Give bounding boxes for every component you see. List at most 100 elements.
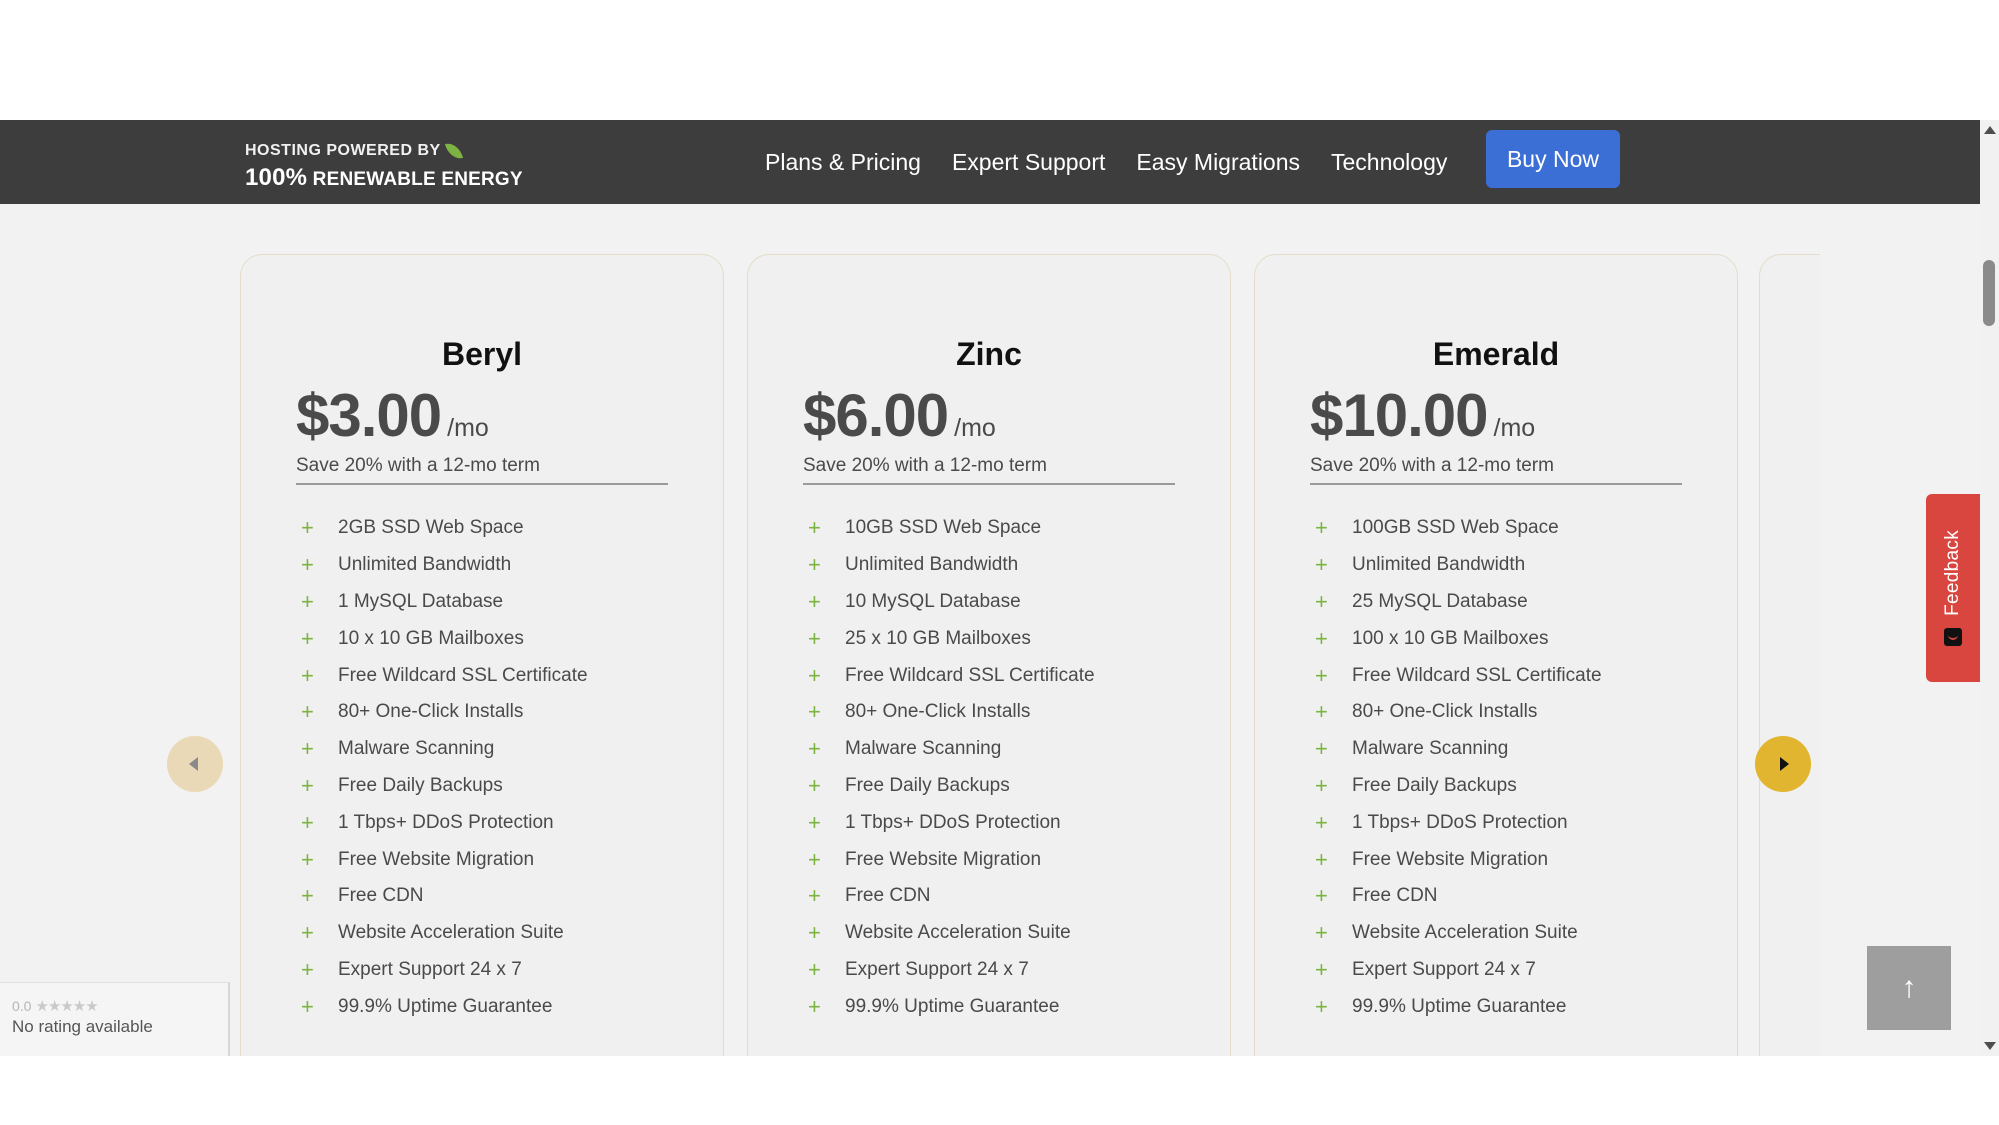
feature-item: +10 x 10 GB Mailboxes [301, 620, 588, 657]
star-rating-icon: ★★★★★ [35, 998, 98, 1015]
logo-line-1: HOSTING POWERED BY [245, 140, 523, 162]
plus-icon: + [1315, 736, 1328, 762]
feature-text: 100 x 10 GB Mailboxes [1352, 627, 1549, 649]
plus-icon: + [301, 809, 314, 835]
scroll-down-icon[interactable] [1984, 1042, 1996, 1050]
feature-item: +100GB SSD Web Space [1315, 510, 1602, 547]
feature-text: 25 MySQL Database [1352, 590, 1528, 612]
feature-item: +80+ One-Click Installs [1315, 694, 1602, 731]
plus-icon: + [808, 588, 821, 614]
feature-item: +1 MySQL Database [301, 584, 588, 621]
plan-period: /mo [1493, 414, 1536, 442]
plan-price: $6.00 [803, 382, 949, 449]
plus-icon: + [301, 993, 314, 1019]
feature-text: Malware Scanning [845, 738, 1002, 760]
smile-icon [1944, 627, 1962, 646]
feature-list: +2GB SSD Web Space + Unlimited Bandwidth +1… [301, 510, 588, 1025]
plus-icon: + [808, 552, 821, 578]
feature-text: Expert Support 24 x 7 [1352, 958, 1536, 980]
feedback-tab[interactable]: Feedback [1926, 494, 1980, 682]
feature-text: Free CDN [845, 885, 931, 907]
plus-icon: + [1315, 772, 1328, 798]
feature-item: + Expert Support 24 x 7 [1315, 952, 1602, 989]
feature-text: 10GB SSD Web Space [845, 517, 1042, 539]
plus-icon: + [301, 699, 314, 725]
plan-name: Beryl [441, 336, 523, 372]
chevron-left-icon [189, 757, 198, 771]
feature-item: + Malware Scanning [301, 731, 588, 768]
feature-item: + Free Daily Backups [808, 768, 1095, 805]
plus-icon: + [808, 993, 821, 1019]
pricing-carousel: Beryl $3.00 /mo Save 20% with a 12-mo te… [0, 204, 1980, 1056]
feature-text: 80+ One-Click Installs [338, 701, 524, 723]
main-nav: Plans & Pricing Expert Support Easy Migr… [765, 120, 1478, 204]
nav-easy-migrations[interactable]: Easy Migrations [1136, 149, 1300, 176]
feature-item: +80+ One-Click Installs [808, 694, 1095, 731]
feature-text: Expert Support 24 x 7 [845, 958, 1029, 980]
feature-text: Website Acceleration Suite [338, 922, 564, 944]
plus-icon: + [1315, 956, 1328, 982]
feature-text: Unlimited Bandwidth [1352, 554, 1526, 576]
plan-card-emerald: Emerald $10.00 /mo Save 20% with a 12-mo… [1254, 254, 1738, 1056]
plus-icon: + [301, 552, 314, 578]
feature-item: + Unlimited Bandwidth [808, 547, 1095, 584]
feature-item: + Free Wildcard SSL Certificate [301, 657, 588, 694]
plan-save-note: Save 20% with a 12-mo term [803, 455, 1175, 485]
feature-item: + Unlimited Bandwidth [301, 547, 588, 584]
leaf-icon [444, 140, 463, 162]
feature-text: 99.9% Uptime Guarantee [845, 995, 1060, 1017]
plan-price-row: $3.00 /mo [296, 381, 489, 450]
feature-list: +100GB SSD Web Space + Unlimited Bandwidth… [1315, 510, 1602, 1025]
plus-icon: + [808, 956, 821, 982]
plan-name: Zinc [956, 336, 1022, 372]
back-to-top-button[interactable]: ↑ [1867, 946, 1951, 1030]
plus-icon: + [301, 515, 314, 541]
feature-item: +1 Tbps+ DDoS Protection [1315, 804, 1602, 841]
feature-text: Malware Scanning [338, 738, 495, 760]
nav-plans-pricing[interactable]: Plans & Pricing [765, 149, 921, 176]
plan-card-zinc: Zinc $6.00 /mo Save 20% with a 12-mo ter… [747, 254, 1231, 1056]
scroll-up-icon[interactable] [1984, 126, 1996, 134]
feature-text: 10 MySQL Database [845, 590, 1021, 612]
feature-item: + Free Daily Backups [1315, 768, 1602, 805]
carousel-prev-button[interactable] [167, 736, 223, 792]
feature-item: + Free CDN [808, 878, 1095, 915]
plus-icon: + [808, 662, 821, 688]
feature-item: + Malware Scanning [808, 731, 1095, 768]
plus-icon: + [808, 625, 821, 651]
page-scrollbar[interactable] [1980, 120, 1999, 1056]
scrollbar-thumb[interactable] [1983, 260, 1995, 326]
plan-card-next-partial [1759, 254, 1820, 1056]
site-logo[interactable]: HOSTING POWERED BY 100% RENEWABLE ENERGY [245, 140, 523, 192]
plus-icon: + [1315, 625, 1328, 651]
plan-name: Emerald [1432, 336, 1560, 372]
feature-item: + Website Acceleration Suite [808, 915, 1095, 952]
feature-list: +10GB SSD Web Space + Unlimited Bandwidth +… [808, 510, 1095, 1025]
feature-text: 99.9% Uptime Guarantee [338, 995, 553, 1017]
feature-item: +80+ One-Click Installs [301, 694, 588, 731]
feature-item: + Website Acceleration Suite [301, 915, 588, 952]
chevron-right-icon [1780, 757, 1789, 771]
logo-line-2: 100% RENEWABLE ENERGY [245, 164, 523, 192]
plus-icon: + [301, 846, 314, 872]
feature-text: Free Website Migration [1352, 848, 1549, 870]
plus-icon: + [808, 846, 821, 872]
feature-text: 1 MySQL Database [338, 590, 504, 612]
nav-expert-support[interactable]: Expert Support [952, 149, 1105, 176]
feature-text: Free Website Migration [338, 848, 535, 870]
feature-text: Free Wildcard SSL Certificate [338, 664, 588, 686]
feature-text: 10 x 10 GB Mailboxes [338, 627, 524, 649]
buy-now-button[interactable]: Buy Now [1486, 130, 1620, 188]
feature-item: + Free CDN [1315, 878, 1602, 915]
plan-price-row: $6.00 /mo [803, 381, 996, 450]
nav-technology[interactable]: Technology [1331, 149, 1447, 176]
feature-item: +99.9% Uptime Guarantee [1315, 988, 1602, 1025]
carousel-next-button[interactable] [1755, 736, 1811, 792]
plus-icon: + [301, 772, 314, 798]
rating-widget[interactable]: 0.0 ★★★★★ No rating available [0, 982, 230, 1056]
plan-save-note: Save 20% with a 12-mo term [1310, 455, 1682, 485]
feature-text: 1 Tbps+ DDoS Protection [845, 811, 1061, 833]
feature-item: +1 Tbps+ DDoS Protection [301, 804, 588, 841]
logo-energy-text: RENEWABLE ENERGY [312, 169, 523, 190]
plus-icon: + [1315, 993, 1328, 1019]
